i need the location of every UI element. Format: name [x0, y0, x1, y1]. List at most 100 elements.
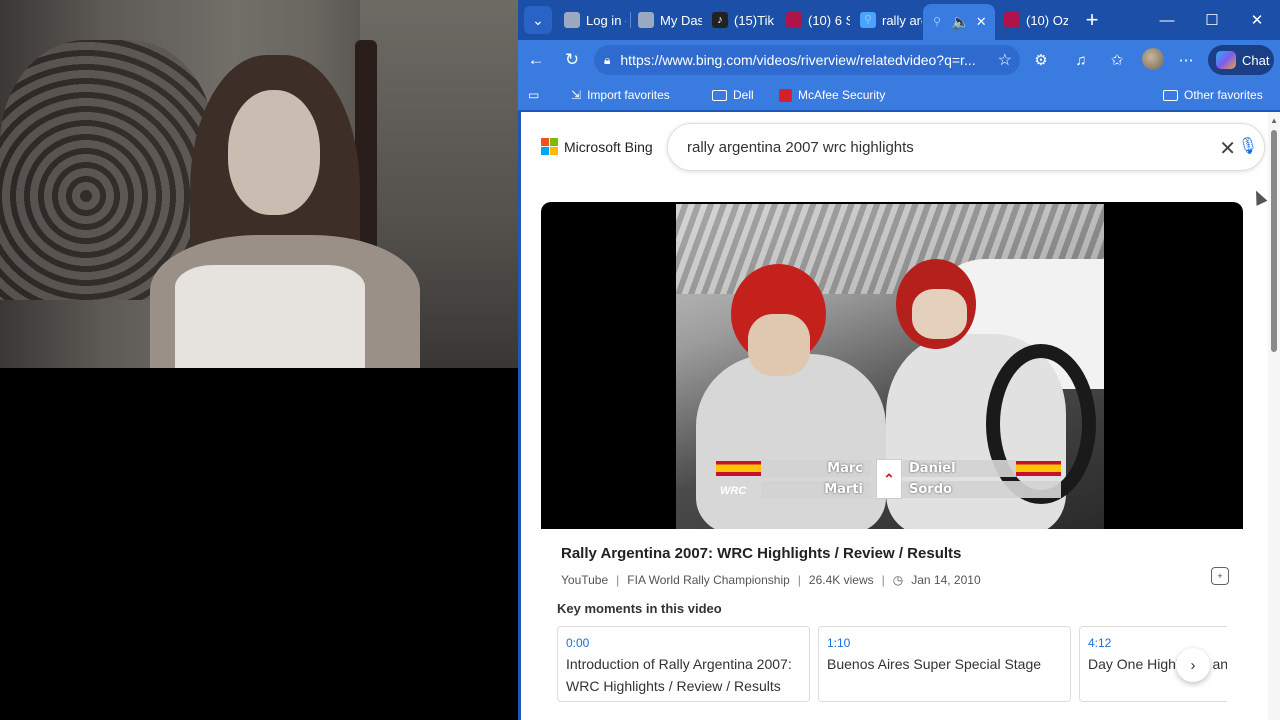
spain-flag-icon [1016, 461, 1061, 476]
key-moment-time[interactable]: 0:00 [566, 636, 801, 650]
wrc-logo: WRC [720, 484, 747, 497]
url-text[interactable]: https://www.bing.com/videos/riverview/re… [620, 52, 980, 68]
reading-view-icon[interactable]: ▭ [528, 86, 539, 104]
tab-divider [630, 12, 631, 28]
tab-label: Log in - [586, 12, 626, 28]
search-icon: ⚲ [932, 16, 942, 28]
cam-person-face [228, 90, 320, 215]
save-to-collection-button[interactable]: + [1211, 567, 1229, 585]
search-icon: ⚲ [860, 12, 876, 28]
more-options-icon[interactable]: ⋯ [1174, 48, 1198, 72]
tab-label: (10) Oz [1026, 12, 1068, 28]
driver-face [912, 289, 967, 339]
minimize-icon: — [1159, 11, 1175, 29]
reading-list-icon[interactable]: ♫ [1069, 48, 1093, 72]
copilot-icon [1216, 51, 1236, 69]
codriver-face [748, 314, 810, 376]
video-meta: YouTube | FIA World Rally Championship |… [561, 573, 981, 587]
chevron-down-icon: ⌄ [532, 11, 544, 28]
profile-avatar[interactable] [1142, 48, 1164, 70]
webcam-feed [0, 0, 518, 368]
video-info: Rally Argentina 2007: WRC Highlights / R… [541, 529, 1243, 720]
key-moments-carousel: 0:00 Introduction of Rally Argentina 200… [541, 626, 1227, 706]
favorite-other[interactable]: Other favorites [1163, 86, 1263, 104]
favorite-label: Dell [733, 88, 754, 102]
tab-active-muted[interactable]: ⚲ 🔈 ✕ [923, 4, 995, 40]
key-moment-text[interactable]: Buenos Aires Super Special Stage [827, 653, 1062, 675]
tab-youtube-2[interactable]: (10) Oz [998, 6, 1068, 34]
tab-bar: ⌄ Log in - My Das ♪ (15)Tik (10) 6 S ⚲ r… [518, 0, 1280, 40]
plus-icon: + [1085, 7, 1099, 32]
meta-separator: | [616, 573, 620, 587]
tab-my-dashboard[interactable]: My Das [632, 6, 702, 34]
address-bar[interactable]: 🔒︎ https://www.bing.com/videos/riverview… [594, 45, 1020, 75]
favorites-icon[interactable]: ✩ [1105, 48, 1129, 72]
tab-log-in[interactable]: Log in - [558, 6, 626, 34]
chat-label: Chat [1242, 52, 1270, 68]
clear-search-icon[interactable]: ✕ [1219, 136, 1236, 161]
favorite-mcafee[interactable]: McAfee Security [779, 86, 885, 104]
search-box[interactable]: rally argentina 2007 wrc highlights ✕ 🎙︎ [667, 123, 1265, 171]
back-button[interactable]: ← [522, 46, 550, 74]
favorite-dell[interactable]: Dell [712, 86, 754, 104]
page-icon [638, 12, 654, 28]
video-player[interactable]: Marc Daniel WRC Marti Sordo ⌃ [541, 202, 1243, 529]
mouse-cursor [1250, 188, 1268, 206]
search-query[interactable]: rally argentina 2007 wrc highlights [687, 139, 914, 156]
scroll-up-arrow-icon[interactable]: ▲ [1270, 116, 1278, 125]
new-tab-button[interactable]: + [1078, 6, 1106, 34]
key-moment-time[interactable]: 4:12 [1088, 636, 1227, 650]
cam-person-shirt [175, 265, 365, 368]
video-date: Jan 14, 2010 [911, 573, 981, 587]
video-channel[interactable]: FIA World Rally Championship [627, 573, 790, 587]
bing-logo-text: Microsoft Bing [564, 138, 653, 155]
chevron-right-icon: › [1190, 656, 1196, 674]
name-caption: Marc Daniel WRC Marti Sordo ⌃ [716, 459, 1066, 499]
favorite-star-icon[interactable]: ☆ [998, 50, 1012, 70]
folder-icon [712, 89, 727, 101]
video-frame: Marc Daniel WRC Marti Sordo ⌃ [676, 204, 1104, 529]
favorite-import[interactable]: ⇲ Import favorites [571, 86, 670, 104]
caption-driver-last: Sordo [901, 481, 1061, 498]
tab-rally-argentina[interactable]: ⚲ rally arg [854, 6, 922, 34]
key-moments-title: Key moments in this video [557, 601, 722, 616]
page-scrollbar[interactable]: ▲ [1268, 112, 1280, 720]
key-moment-time[interactable]: 1:10 [827, 636, 1062, 650]
lock-icon[interactable]: 🔒︎ [604, 53, 610, 68]
bing-video-page: Microsoft Bing rally argentina 2007 wrc … [521, 112, 1280, 720]
copilot-chat-button[interactable]: Chat [1208, 45, 1274, 75]
caption-driver-first: Daniel [901, 460, 1016, 477]
youtube-icon [786, 12, 802, 28]
microphone-icon[interactable]: 🎙︎ [1238, 136, 1258, 156]
video-source[interactable]: YouTube [561, 573, 608, 587]
maximize-icon: ☐ [1205, 12, 1219, 29]
mcafee-icon [779, 88, 792, 102]
browser-window: ⌄ Log in - My Das ♪ (15)Tik (10) 6 S ⚲ r… [518, 0, 1280, 720]
codriver-body [696, 354, 886, 529]
video-title[interactable]: Rally Argentina 2007: WRC Highlights / R… [561, 545, 961, 562]
favorite-label: McAfee Security [798, 88, 886, 102]
citroen-logo-icon: ⌃ [876, 459, 902, 499]
tab-tiktok[interactable]: ♪ (15)Tik [706, 6, 776, 34]
scrollbar-thumb[interactable] [1271, 130, 1277, 352]
screen: ⌄ Log in - My Das ♪ (15)Tik (10) 6 S ⚲ r… [0, 0, 1280, 720]
bing-logo[interactable]: Microsoft Bing [541, 138, 653, 155]
tab-label: My Das [660, 12, 702, 28]
close-tab-icon[interactable]: ✕ [976, 14, 987, 30]
refresh-button[interactable]: ↻ [558, 46, 586, 74]
key-moment-card[interactable]: 0:00 Introduction of Rally Argentina 200… [557, 626, 810, 702]
key-moment-card[interactable]: 1:10 Buenos Aires Super Special Stage [818, 626, 1071, 702]
folder-icon [1163, 89, 1178, 101]
speaker-icon[interactable]: 🔈 [951, 13, 970, 31]
key-moment-text[interactable]: Introduction of Rally Argentina 2007: WR… [566, 653, 801, 697]
tab-actions-menu-button[interactable]: ⌄ [524, 6, 552, 34]
caption-codriver-last: Marti [761, 481, 871, 498]
maximize-button[interactable]: ☐ [1192, 6, 1232, 34]
tiktok-icon: ♪ [712, 12, 728, 28]
close-window-button[interactable]: ✕ [1237, 6, 1277, 34]
minimize-button[interactable]: — [1147, 6, 1187, 34]
extensions-icon[interactable]: ⚙ [1029, 48, 1053, 72]
carousel-next-button[interactable]: › [1176, 648, 1210, 682]
tab-youtube-1[interactable]: (10) 6 S [780, 6, 850, 34]
youtube-icon [1004, 12, 1020, 28]
